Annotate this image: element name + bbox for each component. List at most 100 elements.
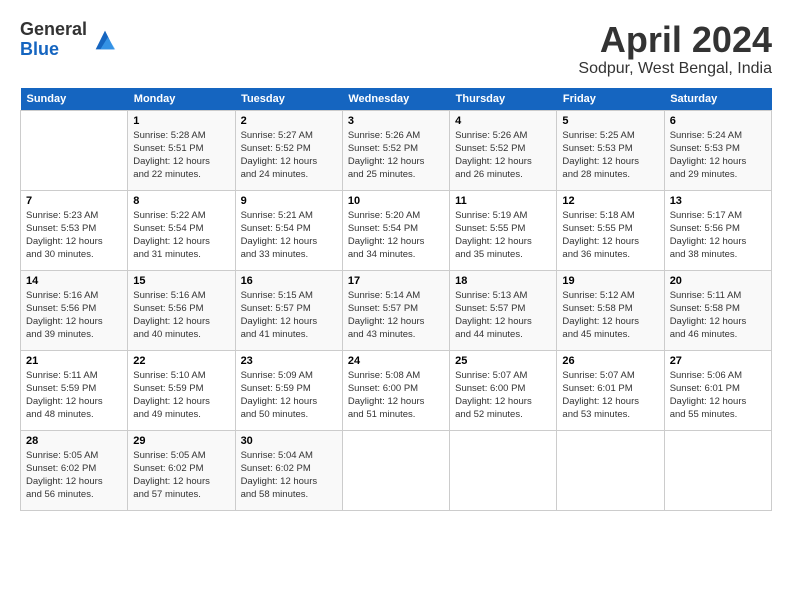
day-info: Sunrise: 5:28 AM Sunset: 5:51 PM Dayligh… [133, 129, 229, 182]
day-info: Sunrise: 5:13 AM Sunset: 5:57 PM Dayligh… [455, 289, 551, 342]
day-number: 5 [562, 115, 658, 127]
col-tuesday: Tuesday [235, 88, 342, 111]
day-info: Sunrise: 5:26 AM Sunset: 5:52 PM Dayligh… [348, 129, 444, 182]
calendar-cell: 21 Sunrise: 5:11 AM Sunset: 5:59 PM Dayli… [21, 350, 128, 430]
day-number: 10 [348, 195, 444, 207]
day-info: Sunrise: 5:27 AM Sunset: 5:52 PM Dayligh… [241, 129, 337, 182]
calendar-cell: 11Sunrise: 5:19 AM Sunset: 5:55 PM Dayli… [450, 190, 557, 270]
calendar-cell: 4Sunrise: 5:26 AM Sunset: 5:52 PM Daylig… [450, 110, 557, 190]
day-info: Sunrise: 5:24 AM Sunset: 5:53 PM Dayligh… [670, 129, 766, 182]
day-number: 3 [348, 115, 444, 127]
day-number: 22 [133, 355, 229, 367]
day-number: 16 [241, 275, 337, 287]
day-info: Sunrise: 5:18 AM Sunset: 5:55 PM Dayligh… [562, 209, 658, 262]
calendar-cell: 7 Sunrise: 5:23 AM Sunset: 5:53 PM Daylig… [21, 190, 128, 270]
col-wednesday: Wednesday [342, 88, 449, 111]
day-number: 20 [670, 275, 766, 287]
calendar-cell: 13 Sunrise: 5:17 AM Sunset: 5:56 PM Dayli… [664, 190, 771, 270]
day-info: Sunrise: 5:12 AM Sunset: 5:58 PM Dayligh… [562, 289, 658, 342]
day-number: 27 [670, 355, 766, 367]
logo: General Blue [20, 20, 119, 60]
col-monday: Monday [128, 88, 235, 111]
day-info: Sunrise: 5:10 AM Sunset: 5:59 PM Dayligh… [133, 369, 229, 422]
calendar-cell [664, 430, 771, 510]
day-info: Sunrise: 5:16 AM Sunset: 5:56 PM Dayligh… [26, 289, 122, 342]
day-number: 21 [26, 355, 122, 367]
calendar-cell: 20 Sunrise: 5:11 AM Sunset: 5:58 PM Dayli… [664, 270, 771, 350]
calendar-cell: 3 Sunrise: 5:26 AM Sunset: 5:52 PM Daylig… [342, 110, 449, 190]
calendar-cell: 6 Sunrise: 5:24 AM Sunset: 5:53 PM Daylig… [664, 110, 771, 190]
week-row-4: 28 Sunrise: 5:05 AM Sunset: 6:02 PM Dayli… [21, 430, 772, 510]
day-info: Sunrise: 5:08 AM Sunset: 6:00 PM Dayligh… [348, 369, 444, 422]
day-info: Sunrise: 5:05 AM Sunset: 6:02 PM Dayligh… [133, 449, 229, 502]
calendar-cell: 1 Sunrise: 5:28 AM Sunset: 5:51 PM Daylig… [128, 110, 235, 190]
day-info: Sunrise: 5:23 AM Sunset: 5:53 PM Dayligh… [26, 209, 122, 262]
day-number: 18 [455, 275, 551, 287]
calendar-cell: 26Sunrise: 5:07 AM Sunset: 6:01 PM Dayli… [557, 350, 664, 430]
calendar-cell: 23Sunrise: 5:09 AM Sunset: 5:59 PM Dayli… [235, 350, 342, 430]
header-row: Sunday Monday Tuesday Wednesday Thursday… [21, 88, 772, 111]
day-info: Sunrise: 5:11 AM Sunset: 5:59 PM Dayligh… [26, 369, 122, 422]
logo-blue: Blue [20, 40, 87, 60]
day-number: 28 [26, 435, 122, 447]
day-info: Sunrise: 5:21 AM Sunset: 5:54 PM Dayligh… [241, 209, 337, 262]
calendar-cell: 28 Sunrise: 5:05 AM Sunset: 6:02 PM Dayli… [21, 430, 128, 510]
calendar-cell: 25 Sunrise: 5:07 AM Sunset: 6:00 PM Dayli… [450, 350, 557, 430]
day-info: Sunrise: 5:11 AM Sunset: 5:58 PM Dayligh… [670, 289, 766, 342]
week-row-0: 1 Sunrise: 5:28 AM Sunset: 5:51 PM Daylig… [21, 110, 772, 190]
day-number: 8 [133, 195, 229, 207]
calendar-cell: 17 Sunrise: 5:14 AM Sunset: 5:57 PM Dayli… [342, 270, 449, 350]
calendar-cell: 22 Sunrise: 5:10 AM Sunset: 5:59 PM Dayli… [128, 350, 235, 430]
page: General Blue April 2024 Sodpur, West Ben… [0, 0, 792, 612]
header: General Blue April 2024 Sodpur, West Ben… [20, 20, 772, 78]
day-number: 29 [133, 435, 229, 447]
day-number: 12 [562, 195, 658, 207]
day-info: Sunrise: 5:14 AM Sunset: 5:57 PM Dayligh… [348, 289, 444, 342]
calendar-cell: 18 Sunrise: 5:13 AM Sunset: 5:57 PM Dayli… [450, 270, 557, 350]
logo-general: General [20, 20, 87, 40]
calendar-cell: 16Sunrise: 5:15 AM Sunset: 5:57 PM Dayli… [235, 270, 342, 350]
col-friday: Friday [557, 88, 664, 111]
day-info: Sunrise: 5:07 AM Sunset: 6:01 PM Dayligh… [562, 369, 658, 422]
col-saturday: Saturday [664, 88, 771, 111]
day-info: Sunrise: 5:22 AM Sunset: 5:54 PM Dayligh… [133, 209, 229, 262]
calendar-cell: 27Sunrise: 5:06 AM Sunset: 6:01 PM Dayli… [664, 350, 771, 430]
calendar-cell [450, 430, 557, 510]
calendar-cell: 10Sunrise: 5:20 AM Sunset: 5:54 PM Dayli… [342, 190, 449, 270]
day-number: 9 [241, 195, 337, 207]
calendar-cell: 2 Sunrise: 5:27 AM Sunset: 5:52 PM Daylig… [235, 110, 342, 190]
day-number: 17 [348, 275, 444, 287]
month-title: April 2024 [578, 20, 772, 60]
day-number: 25 [455, 355, 551, 367]
day-number: 1 [133, 115, 229, 127]
day-info: Sunrise: 5:25 AM Sunset: 5:53 PM Dayligh… [562, 129, 658, 182]
day-info: Sunrise: 5:07 AM Sunset: 6:00 PM Dayligh… [455, 369, 551, 422]
day-number: 11 [455, 195, 551, 207]
week-row-1: 7 Sunrise: 5:23 AM Sunset: 5:53 PM Daylig… [21, 190, 772, 270]
calendar-table: Sunday Monday Tuesday Wednesday Thursday… [20, 88, 772, 511]
day-number: 6 [670, 115, 766, 127]
calendar-cell: 5 Sunrise: 5:25 AM Sunset: 5:53 PM Daylig… [557, 110, 664, 190]
day-number: 14 [26, 275, 122, 287]
calendar-cell: 29 Sunrise: 5:05 AM Sunset: 6:02 PM Dayli… [128, 430, 235, 510]
calendar-cell: 30 Sunrise: 5:04 AM Sunset: 6:02 PM Dayli… [235, 430, 342, 510]
col-thursday: Thursday [450, 88, 557, 111]
day-number: 2 [241, 115, 337, 127]
logo-text: General Blue [20, 20, 87, 60]
day-number: 15 [133, 275, 229, 287]
day-number: 7 [26, 195, 122, 207]
calendar-cell [557, 430, 664, 510]
calendar-cell [21, 110, 128, 190]
day-number: 30 [241, 435, 337, 447]
day-info: Sunrise: 5:17 AM Sunset: 5:56 PM Dayligh… [670, 209, 766, 262]
day-number: 13 [670, 195, 766, 207]
day-number: 19 [562, 275, 658, 287]
calendar-cell: 9 Sunrise: 5:21 AM Sunset: 5:54 PM Daylig… [235, 190, 342, 270]
week-row-2: 14 Sunrise: 5:16 AM Sunset: 5:56 PM Dayli… [21, 270, 772, 350]
calendar-cell: 19 Sunrise: 5:12 AM Sunset: 5:58 PM Dayli… [557, 270, 664, 350]
day-info: Sunrise: 5:09 AM Sunset: 5:59 PM Dayligh… [241, 369, 337, 422]
calendar-cell: 8 Sunrise: 5:22 AM Sunset: 5:54 PM Daylig… [128, 190, 235, 270]
day-info: Sunrise: 5:04 AM Sunset: 6:02 PM Dayligh… [241, 449, 337, 502]
day-info: Sunrise: 5:05 AM Sunset: 6:02 PM Dayligh… [26, 449, 122, 502]
calendar-cell: 15Sunrise: 5:16 AM Sunset: 5:56 PM Dayli… [128, 270, 235, 350]
